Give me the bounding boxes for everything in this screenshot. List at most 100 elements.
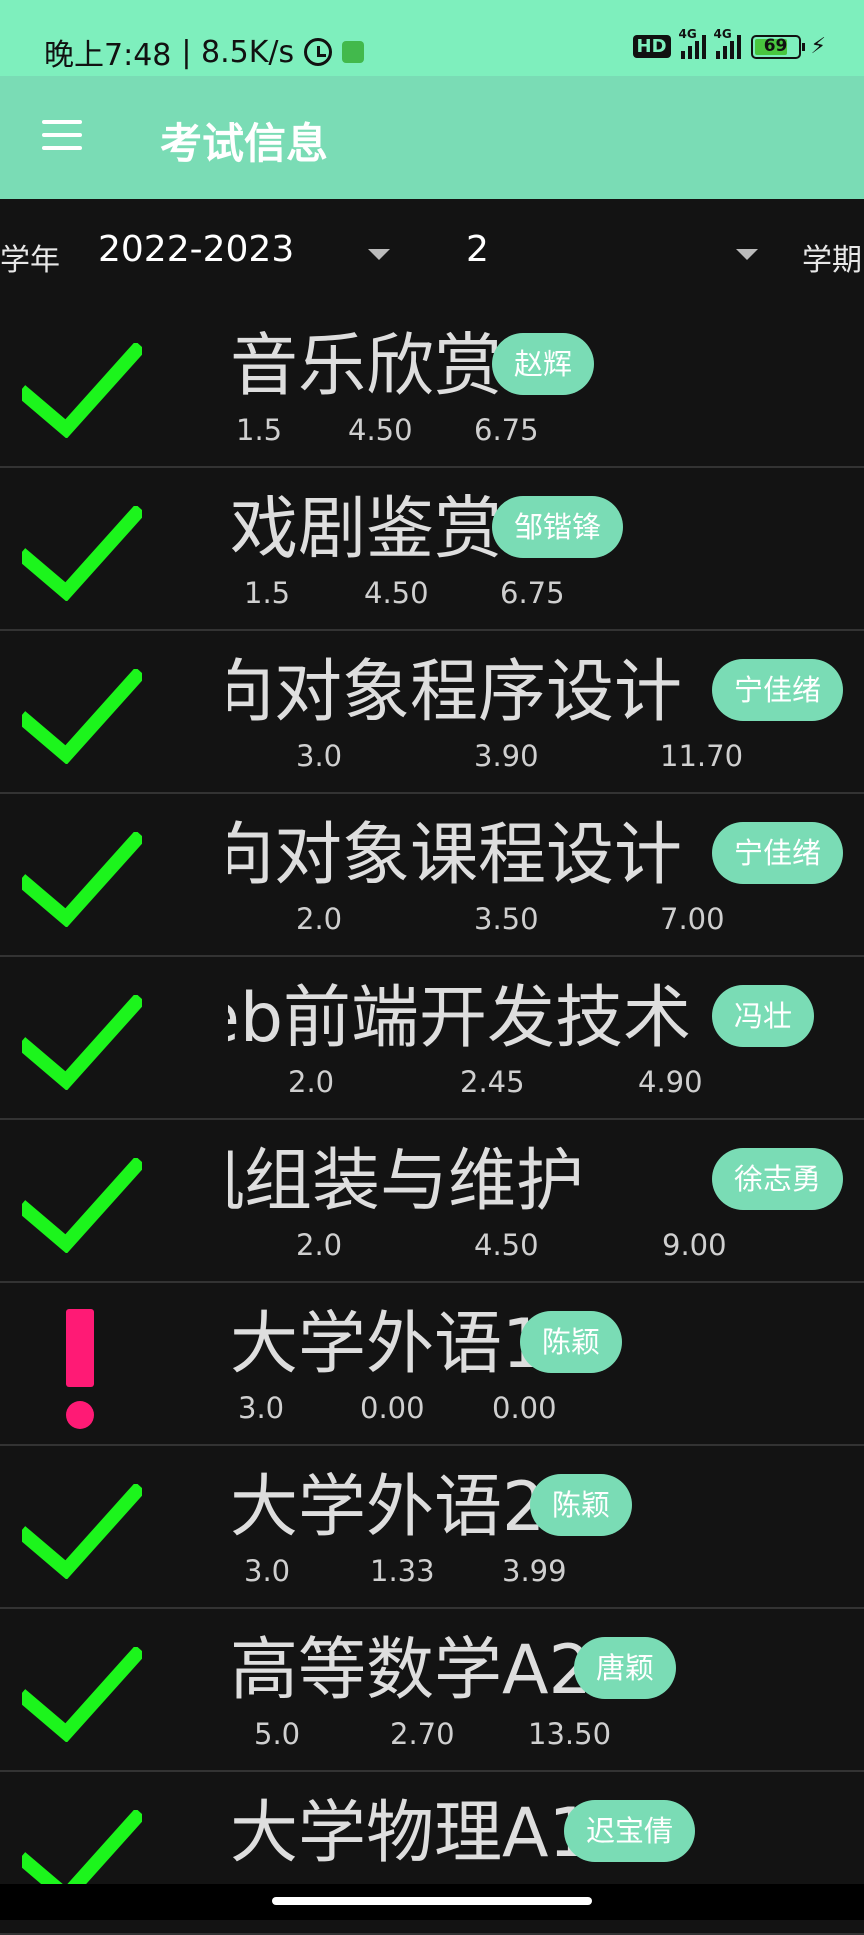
score-value: 0.00 (492, 1391, 557, 1425)
app-notification-icon (342, 41, 365, 63)
network-type-label: 4G (678, 26, 697, 41)
course-name: eb前端开发技术 (228, 979, 692, 1058)
score-value: 4.90 (638, 1065, 703, 1099)
course-name: 大学外语2 (230, 1468, 546, 1547)
score-value: 7.00 (660, 902, 725, 936)
teacher-badge: 宁佳绪 (712, 659, 844, 721)
grade-point-value: 2.70 (390, 1717, 455, 1751)
signal-icon: 4G (679, 27, 706, 59)
list-item[interactable]: 向对象程序设计 宁佳绪 3.0 3.90 11.70 (0, 631, 864, 794)
course-content: 大学外语2 陈颖 3.0 1.33 3.99 (228, 1446, 864, 1607)
grade-point-value: 4.50 (364, 576, 429, 610)
credit-value: 3.0 (238, 1391, 285, 1425)
list-item[interactable]: eb前端开发技术 冯壮 2.0 2.45 4.90 (0, 957, 864, 1120)
grade-point-value: 0.00 (360, 1391, 425, 1425)
check-icon (22, 506, 142, 601)
status-right: HD 4G 4G 69 ⚡ (632, 27, 826, 59)
teacher-badge: 冯壮 (712, 985, 815, 1047)
app-bar: 考试信息 (0, 76, 864, 199)
term-select[interactable]: 2 (466, 229, 489, 270)
check-icon (22, 343, 142, 438)
course-name: 大学物理A1 (230, 1794, 592, 1873)
teacher-badge: 唐颖 (574, 1637, 677, 1699)
course-content: 向对象程序设计 宁佳绪 3.0 3.90 11.70 (228, 631, 864, 792)
credit-value: 3.0 (296, 739, 343, 773)
battery-icon: 69 (750, 34, 805, 59)
course-name: 向对象程序设计 (228, 653, 683, 732)
credit-value: 5.0 (254, 1717, 301, 1751)
hd-icon: HD (632, 35, 671, 58)
list-item[interactable]: 戏剧鉴赏 邹锴锋 1.5 4.50 6.75 (0, 468, 864, 631)
list-item[interactable]: 大学外语1 陈颖 3.0 0.00 0.00 (0, 1283, 864, 1446)
grade-point-value: 4.50 (348, 413, 413, 447)
course-content: 大学外语1 陈颖 3.0 0.00 0.00 (228, 1283, 864, 1444)
list-item[interactable]: 大学外语2 陈颖 3.0 1.33 3.99 (0, 1446, 864, 1609)
course-name: 音乐欣赏 (230, 327, 503, 406)
course-content: 高等数学A2 唐颖 5.0 2.70 13.50 (228, 1609, 864, 1770)
chevron-down-icon[interactable] (736, 249, 758, 260)
grade-point-value: 2.45 (460, 1065, 525, 1099)
charging-icon: ⚡ (810, 34, 826, 59)
battery-level: 69 (763, 35, 788, 56)
course-name: 高等数学A2 (230, 1631, 592, 1710)
score-value: 9.00 (662, 1228, 727, 1262)
credit-value: 2.0 (288, 1065, 335, 1099)
check-icon (22, 1158, 142, 1253)
check-icon (22, 832, 142, 927)
year-label: 学年 (0, 243, 60, 278)
check-icon (22, 995, 142, 1090)
credit-value: 2.0 (296, 1228, 343, 1262)
list-item[interactable]: 向对象课程设计 宁佳绪 2.0 3.50 7.00 (0, 794, 864, 957)
grade-point-value: 1.33 (370, 1554, 435, 1588)
course-name: 机组装与维护 (228, 1142, 585, 1221)
teacher-badge: 迟宝倩 (564, 1800, 696, 1862)
status-time: 晚上7:48 (44, 38, 172, 73)
course-content: eb前端开发技术 冯壮 2.0 2.45 4.90 (228, 957, 864, 1118)
teacher-badge: 陈颖 (520, 1311, 623, 1373)
alarm-icon (304, 38, 333, 66)
status-left: 晚上7:48 | 8.5K/s (44, 30, 365, 74)
warning-icon (64, 1309, 98, 1431)
score-value: 13.50 (528, 1717, 612, 1751)
list-item[interactable]: 机组装与维护 徐志勇 2.0 4.50 9.00 (0, 1120, 864, 1283)
teacher-badge: 陈颖 (530, 1474, 633, 1536)
course-content: 戏剧鉴赏 邹锴锋 1.5 4.50 6.75 (228, 468, 864, 629)
filter-row: 学年 2022-2023 2 学期 (0, 199, 864, 307)
course-list: 音乐欣赏 赵辉 1.5 4.50 6.75 戏剧鉴赏 邹锴锋 1.5 4.50 6.75 向对象程序… (0, 305, 864, 1935)
check-icon (22, 669, 142, 764)
credit-value: 1.5 (244, 576, 291, 610)
list-item[interactable]: 高等数学A2 唐颖 5.0 2.70 13.50 (0, 1609, 864, 1772)
check-icon (22, 1647, 142, 1742)
network-type-label: 4G (713, 26, 732, 41)
menu-icon[interactable] (42, 120, 82, 150)
teacher-badge: 宁佳绪 (712, 822, 844, 884)
teacher-badge: 邹锴锋 (492, 496, 624, 558)
grade-point-value: 3.90 (474, 739, 539, 773)
credit-value: 3.0 (244, 1554, 291, 1588)
teacher-badge: 徐志勇 (712, 1148, 844, 1210)
home-gesture-handle[interactable] (272, 1897, 592, 1905)
status-bar: 晚上7:48 | 8.5K/s HD 4G 4G 69 ⚡ (0, 0, 864, 76)
list-item[interactable]: 音乐欣赏 赵辉 1.5 4.50 6.75 (0, 305, 864, 468)
year-select[interactable]: 2022-2023 (98, 229, 294, 270)
course-name: 向对象课程设计 (228, 816, 683, 895)
course-name: 大学外语1 (230, 1305, 546, 1384)
chevron-down-icon[interactable] (368, 249, 390, 260)
check-icon (22, 1484, 142, 1579)
course-name: 戏剧鉴赏 (230, 490, 503, 569)
term-label: 学期 (802, 243, 862, 278)
course-content: 音乐欣赏 赵辉 1.5 4.50 6.75 (228, 305, 864, 466)
score-value: 3.99 (502, 1554, 567, 1588)
teacher-badge: 赵辉 (492, 333, 595, 395)
course-content: 向对象课程设计 宁佳绪 2.0 3.50 7.00 (228, 794, 864, 955)
credit-value: 2.0 (296, 902, 343, 936)
credit-value: 1.5 (236, 413, 283, 447)
page-title: 考试信息 (160, 119, 329, 168)
signal-icon: 4G (714, 27, 741, 59)
score-value: 6.75 (500, 576, 565, 610)
status-speed: | 8.5K/s (181, 34, 295, 70)
grade-point-value: 4.50 (474, 1228, 539, 1262)
course-content: 机组装与维护 徐志勇 2.0 4.50 9.00 (228, 1120, 864, 1281)
grade-point-value: 3.50 (474, 902, 539, 936)
score-value: 11.70 (660, 739, 744, 773)
